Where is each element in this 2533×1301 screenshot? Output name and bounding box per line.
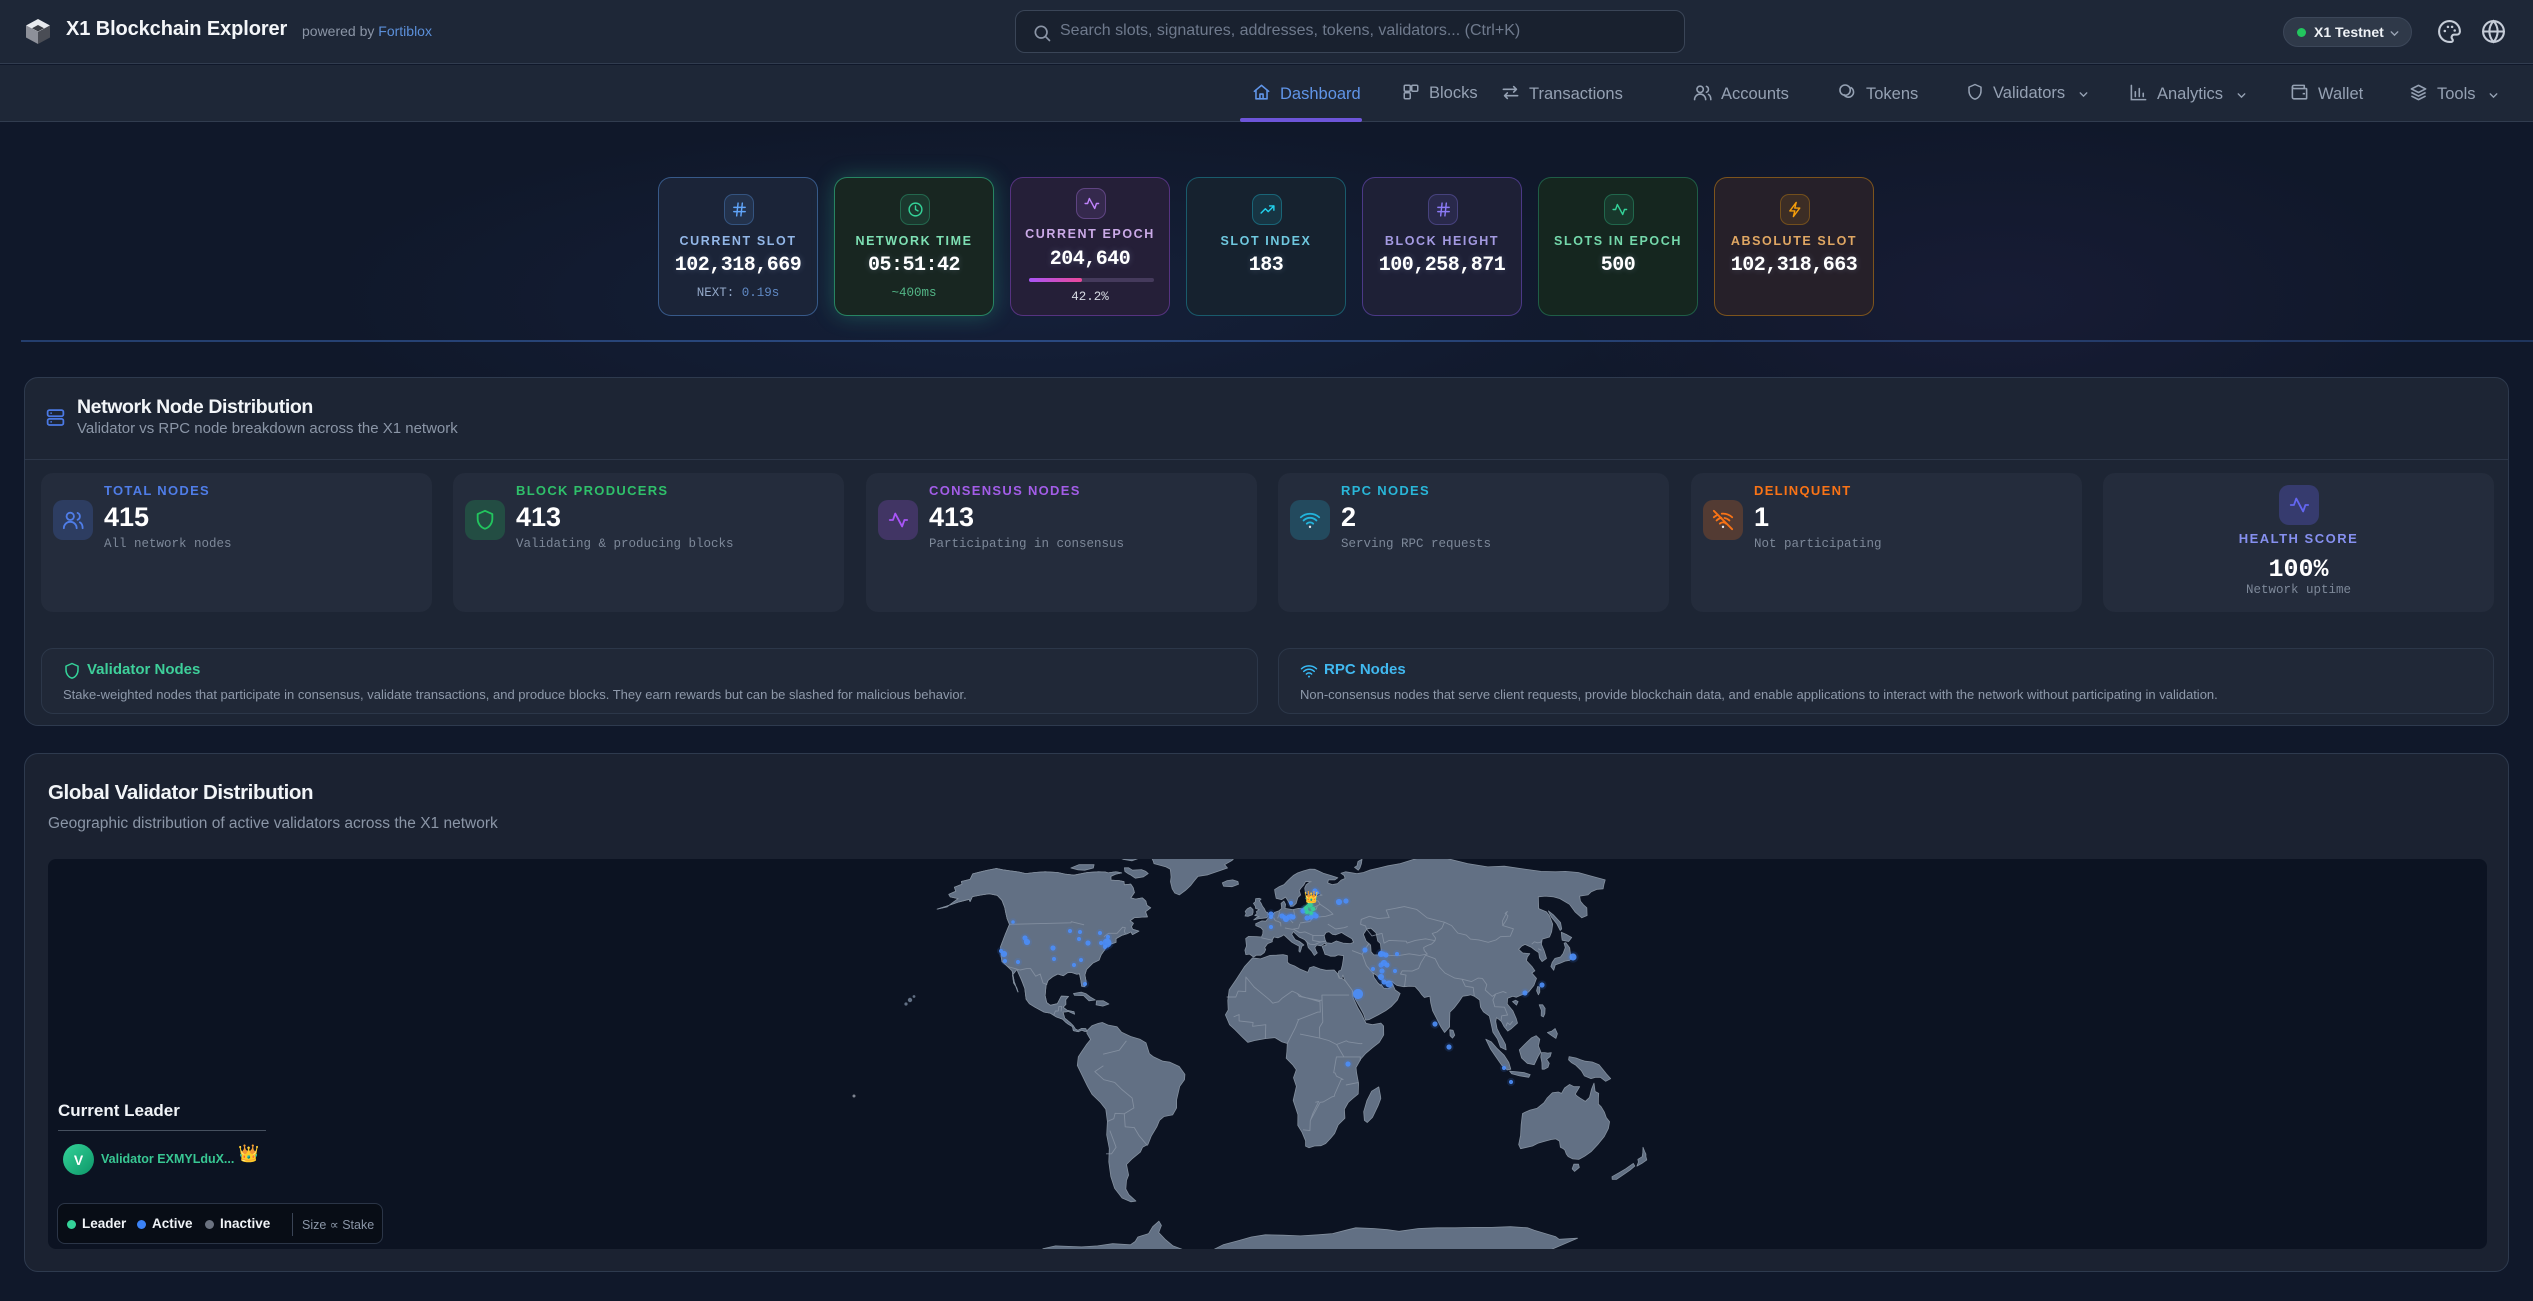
svg-text:👑: 👑: [1304, 890, 1318, 904]
